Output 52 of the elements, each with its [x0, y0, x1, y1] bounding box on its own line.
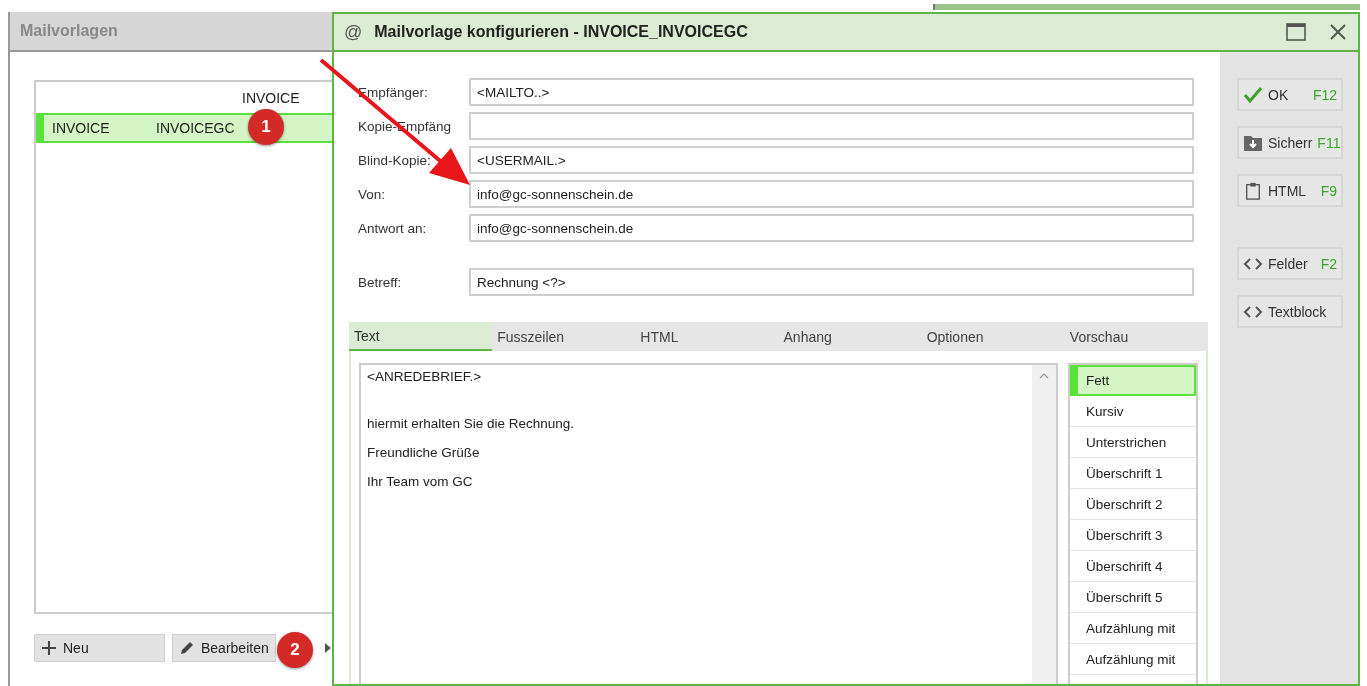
action-button[interactable]: HTML F9 [1237, 174, 1343, 207]
scrollbar[interactable] [1032, 365, 1056, 684]
input-field[interactable] [469, 112, 1194, 140]
editor-line: <ANREDEBRIEF.> [367, 369, 483, 384]
editor-line: Freundliche Grüße [367, 445, 481, 460]
tab[interactable]: Vorschau [1064, 322, 1209, 351]
action-button[interactable]: Sicherr F11 [1237, 126, 1343, 159]
tab[interactable]: Fusszeilen [492, 322, 636, 351]
action-button[interactable]: Textblock [1237, 295, 1343, 328]
input-field[interactable]: info@gc-sonnenschein.de [469, 180, 1194, 208]
at-sign: @ [344, 21, 363, 43]
tab[interactable]: Anhang [778, 322, 922, 351]
field-label: Betreff: [358, 274, 403, 290]
tab[interactable]: HTML [635, 322, 779, 351]
tab[interactable]: Optionen [921, 322, 1065, 351]
input-field[interactable]: info@gc-sonnenschein.de [469, 214, 1194, 242]
folder-download-icon [1243, 133, 1263, 152]
maximize-icon[interactable] [1286, 23, 1306, 41]
style-item[interactable]: Überschrift 1 [1070, 458, 1196, 489]
editor-line: hiermit erhalten Sie die Rechnung. [367, 416, 576, 431]
field-label: Blind-Kopie: [358, 152, 432, 168]
text-editor[interactable]: <ANREDEBRIEF.> hiermit erhalten Sie die Rechnung. Freundliche Grüße Ihr Team vom GC [359, 363, 1058, 684]
input-field[interactable]: <USERMAIL.> [469, 146, 1194, 174]
style-item[interactable]: Aufzählung mit [1070, 613, 1196, 644]
dialog-title: Mailvorlage konfigurieren - INVOICE_INVOICEGC [374, 23, 749, 41]
style-item[interactable]: Überschrift 3 [1070, 520, 1196, 551]
column-header: INVOICE [241, 89, 300, 106]
style-item[interactable]: Kursiv [1070, 396, 1196, 427]
editor-line: Ihr Team vom GC [367, 474, 474, 489]
style-item[interactable]: Aufzählung mit [1070, 644, 1196, 675]
close-icon[interactable] [1328, 23, 1348, 41]
action-button[interactable]: OK F12 [1237, 78, 1343, 111]
style-item[interactable]: Überschrift 2 [1070, 489, 1196, 520]
style-item[interactable]: Unterstrichen [1070, 427, 1196, 458]
style-item[interactable]: Überschrift 5 [1070, 582, 1196, 613]
scroll-up-icon[interactable] [1039, 373, 1049, 379]
field-label: Von: [358, 186, 387, 202]
tab[interactable]: Text [349, 322, 493, 351]
panel-title: Mailvorlagen [20, 22, 118, 40]
check-icon [1243, 85, 1263, 104]
input-field[interactable]: Rechnung <?> [469, 268, 1194, 296]
input-field[interactable]: <MAILTO..> [469, 78, 1194, 106]
field-label: Antwort an: [358, 220, 428, 236]
field-label: Empfänger: [358, 84, 429, 100]
style-item[interactable]: Überschrift 4 [1070, 551, 1196, 582]
pencil-icon [179, 640, 195, 656]
action-button[interactable]: Felder F2 [1237, 247, 1343, 280]
plus-icon [41, 640, 57, 656]
edit-button[interactable]: Bearbeiten [172, 634, 276, 662]
style-item[interactable]: Fett [1070, 365, 1196, 396]
new-button[interactable]: Neu [34, 634, 165, 662]
clipboard-icon [1243, 181, 1263, 200]
